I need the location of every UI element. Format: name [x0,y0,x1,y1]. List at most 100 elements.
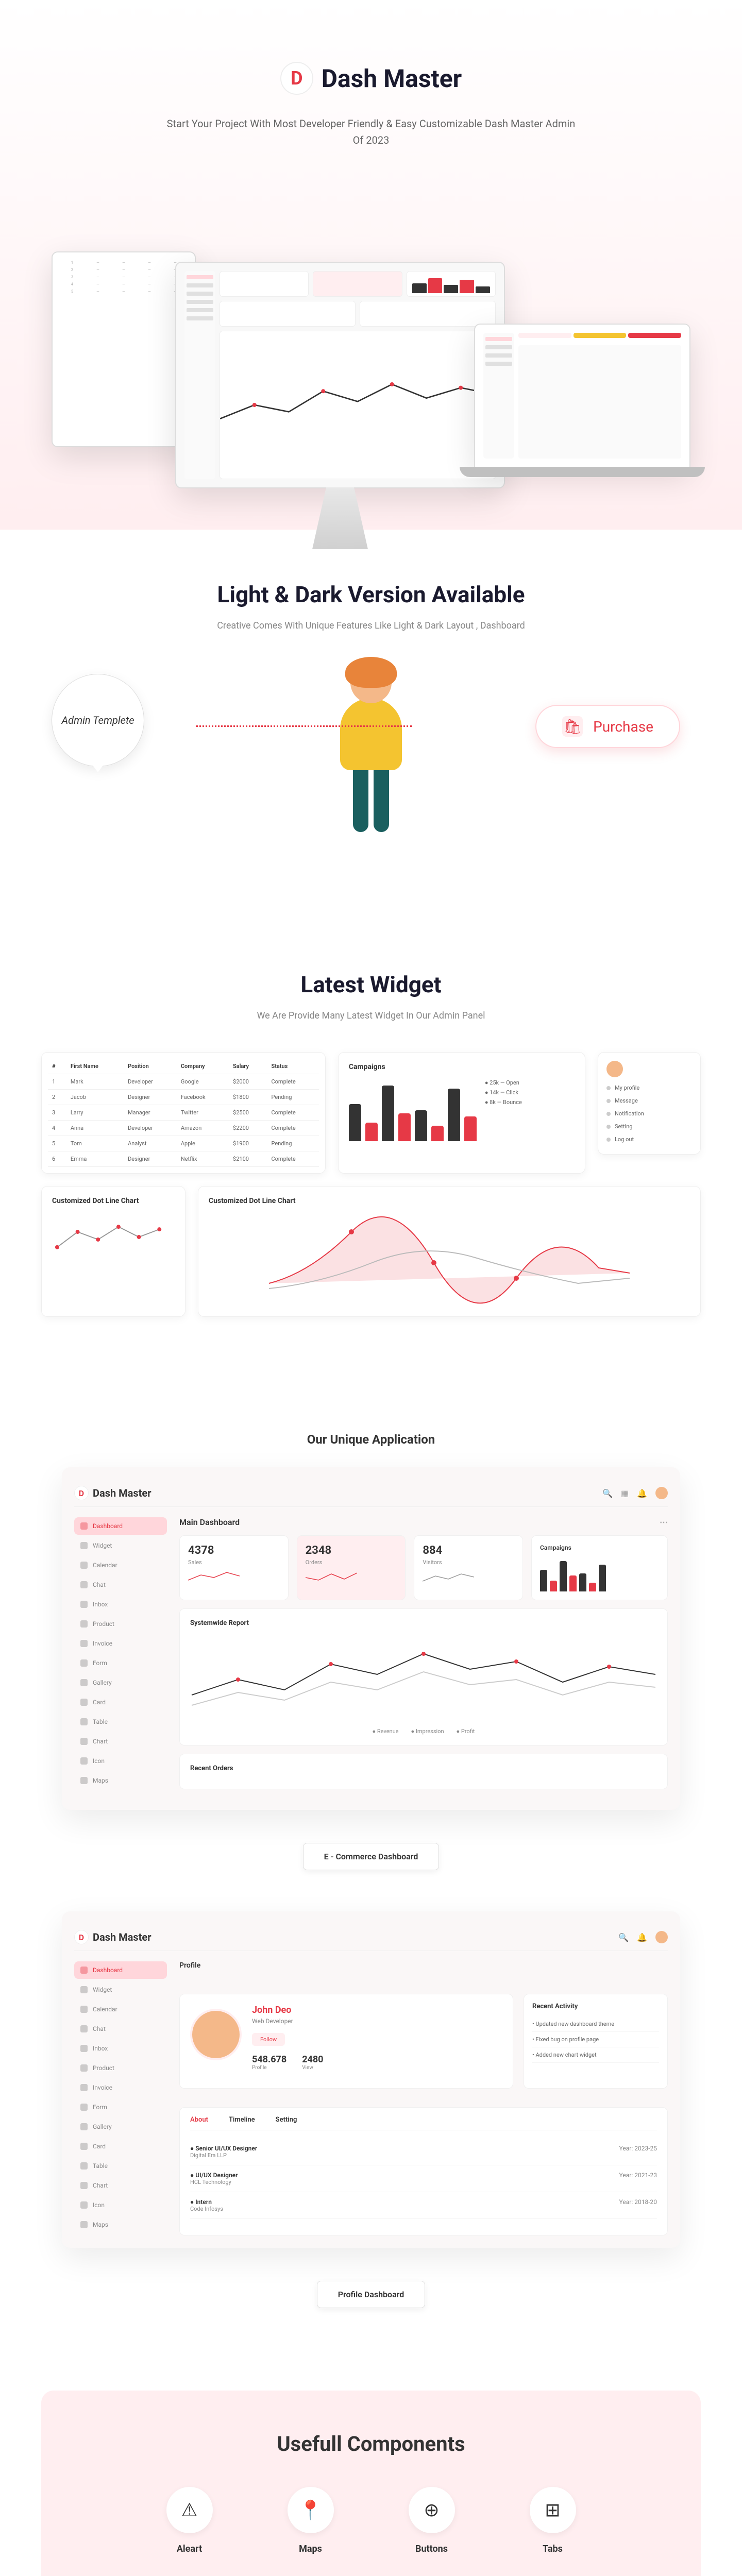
sidebar-item[interactable]: Table [74,2157,167,2175]
widget-table: #First NamePositionCompanySalaryStatus1M… [41,1052,326,1174]
bell-icon[interactable]: 🔔 [637,1933,647,1942]
stat-card: 4378Sales [179,1535,289,1600]
sidebar: Dashboard Widget Calendar Chat Inbox Product I… [74,1517,167,1798]
tab-timeline[interactable]: Timeline [229,2116,255,2124]
sidebar-item[interactable]: Maps [74,2216,167,2233]
stat-card: 2348Orders [297,1535,406,1600]
bell-icon[interactable]: 🔔 [637,1488,647,1498]
component-icon: ⚠ [166,2487,213,2533]
widget-profile-menu: My profileMessageNotificationSettingLog … [598,1052,701,1155]
brand-logo-icon: D [280,62,313,95]
desktop-mockup [175,262,505,488]
device-mockups: 1———— 2———— 3———— 4———— 5———— [21,179,721,488]
apps-heading: Our Unique Application [41,1432,701,1447]
sidebar-item[interactable]: Product [74,2059,167,2077]
sidebar-item[interactable]: Gallery [74,2118,167,2136]
header-icons: 🔍 ▦ 🔔 [602,1487,668,1499]
sidebar-item[interactable]: Widget [74,1981,167,1998]
avatar[interactable] [655,1931,668,1943]
profile-card: John Deo Web Developer Follow 548.678Pro… [179,1994,513,2089]
component-item[interactable]: ⊕Buttons [381,2487,482,2554]
tab-setting[interactable]: Setting [276,2116,297,2124]
sidebar-item[interactable]: Inbox [74,1596,167,1613]
sidebar-item[interactable]: Form [74,1654,167,1672]
sidebar-item[interactable]: Invoice [74,1635,167,1652]
widgets-sub: We Are Provide Many Latest Widget In Our… [41,1010,701,1021]
profile-tabs: About Timeline Setting ● Senior UI/UX De… [179,2107,668,2235]
profile-avatar [190,2009,242,2060]
more-icon[interactable]: ⋯ [660,1517,668,1527]
laptop-mockup [474,324,690,468]
sidebar-item[interactable]: Dashboard [74,1961,167,1979]
sidebar-item[interactable]: Form [74,2098,167,2116]
avatar [606,1061,623,1077]
sidebar-item[interactable]: Chat [74,2020,167,2038]
dotted-connector [196,725,412,727]
follow-button[interactable]: Follow [252,2033,285,2046]
purchase-button[interactable]: 🛍 Purchase [535,705,680,748]
sidebar-item[interactable]: Calendar [74,1556,167,1574]
sidebar-item[interactable]: Invoice [74,2079,167,2096]
tab-about[interactable]: About [190,2116,208,2124]
component-item[interactable]: ⊞Tabs [502,2487,603,2554]
profile-caption: Profile Dashboard [317,2281,426,2308]
ecommerce-dashboard-preview: DDash Master 🔍 ▦ 🔔 Dashboard Widget Calend… [62,1467,680,1810]
light-dark-section: Light & Dark Version Available Creative … [0,530,742,920]
component-item[interactable]: ⚠Aleart [139,2487,240,2554]
widget-line-small: Customized Dot Line Chart [41,1186,185,1317]
sidebar-item[interactable]: Widget [74,1537,167,1554]
sidebar-item[interactable]: Product [74,1615,167,1633]
sidebar-item[interactable]: Chat [74,1576,167,1594]
character-illustration [319,662,423,848]
widgets-section: Latest Widget We Are Provide Many Latest… [0,920,742,1381]
component-item[interactable]: 📍Maps [260,2487,361,2554]
hero-subtitle: Start Your Project With Most Developer F… [165,115,577,148]
systemwide-report: Systemwide Report ● Revenue● Impression●… [179,1608,668,1745]
dash-brand: DDash Master [74,1486,151,1500]
sidebar-item[interactable]: Gallery [74,1674,167,1691]
sidebar-item[interactable]: Table [74,1713,167,1731]
sidebar-item[interactable]: Icon [74,1752,167,1770]
recent-activity: Recent Activity • Updated new dashboard … [524,1994,668,2089]
sidebar-item[interactable]: Inbox [74,2040,167,2057]
grid-icon[interactable]: ▦ [621,1488,629,1498]
widget-campaigns: Campaigns ● 25k — Open● 14k — Click● 8k … [338,1052,585,1174]
tablet-mockup: 1———— 2———— 3———— 4———— 5———— [52,251,196,447]
sidebar-item[interactable]: Card [74,1693,167,1711]
component-icon: ⊞ [530,2487,576,2533]
sidebar-item[interactable]: Chart [74,2177,167,2194]
purchase-label: Purchase [593,718,653,735]
profile-menu-item[interactable]: Setting [606,1120,692,1133]
sidebar-item[interactable]: Chart [74,1733,167,1750]
shopping-bag-icon: 🛍 [562,716,583,737]
sidebar-item[interactable]: Calendar [74,2001,167,2018]
widgets-heading: Latest Widget [41,971,701,998]
light-dark-heading: Light & Dark Version Available [41,581,701,608]
widget-line-big: Customized Dot Line Chart [198,1186,701,1317]
search-icon[interactable]: 🔍 [618,1933,629,1942]
sidebar-item[interactable]: Icon [74,2196,167,2214]
component-icon: 📍 [288,2487,334,2533]
light-dark-sub: Creative Comes With Unique Features Like… [41,620,701,631]
sidebar-item[interactable]: Maps [74,1772,167,1789]
profile-menu-item[interactable]: My profile [606,1081,692,1094]
components-heading: Usefull Components [72,2432,670,2456]
sidebar-item[interactable]: Dashboard [74,1517,167,1535]
brand-row: D Dash Master [21,62,721,95]
apps-section: Our Unique Application DDash Master 🔍 ▦ … [0,1381,742,2360]
profile-menu-item[interactable]: Message [606,1094,692,1107]
campaigns-card: Campaigns [531,1535,668,1600]
components-section: Usefull Components ⚠Aleart 📍Maps ⊕Buttons ⊞… [41,2391,701,2576]
profile-menu-item[interactable]: Log out [606,1133,692,1146]
avatar[interactable] [655,1487,668,1499]
campaigns-title: Campaigns [349,1063,575,1071]
search-icon[interactable]: 🔍 [602,1488,613,1498]
ecom-caption: E - Commerce Dashboard [303,1843,440,1870]
stat-card: 884Visitors [414,1535,523,1600]
profile-dashboard-preview: DDash Master 🔍 🔔 DashboardWidgetCalendar… [62,1911,680,2248]
admin-template-bubble: Admin Templete [52,674,144,767]
sidebar-item[interactable]: Card [74,2138,167,2155]
hero-section: D Dash Master Start Your Project With Mo… [0,0,742,530]
profile-menu-item[interactable]: Notification [606,1107,692,1120]
brand-name: Dash Master [322,64,462,93]
